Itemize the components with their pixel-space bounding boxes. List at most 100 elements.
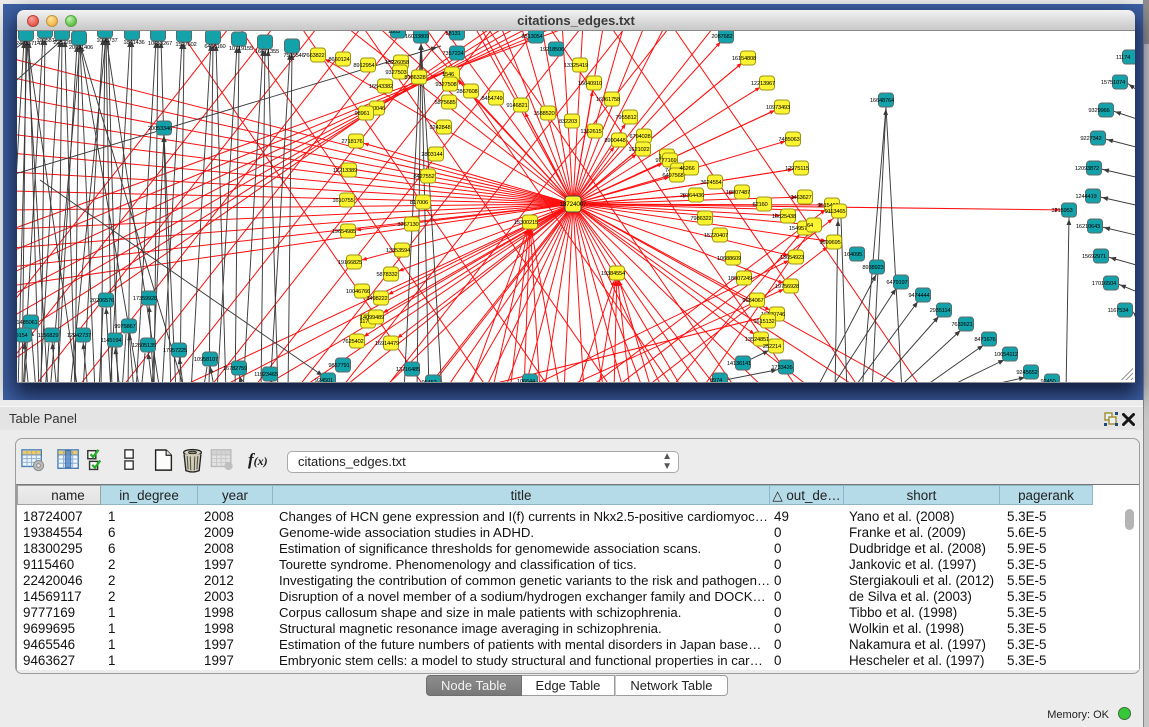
svg-text:2803144: 2803144 — [421, 152, 443, 158]
svg-text:6479197: 6479197 — [886, 280, 907, 286]
svg-text:9474444: 9474444 — [908, 293, 930, 299]
svg-text:10688609: 10688609 — [717, 256, 741, 262]
svg-text:10719155: 10719155 — [229, 46, 253, 52]
svg-text:9113465: 9113465 — [825, 209, 846, 215]
svg-text:1527602: 1527602 — [175, 42, 196, 48]
svg-text:8454749: 8454749 — [481, 96, 502, 102]
svg-text:2867608: 2867608 — [456, 89, 477, 95]
svg-text:6497568: 6497568 — [662, 173, 683, 179]
svg-text:64: 64 — [807, 223, 814, 229]
svg-text:7663822: 7663822 — [303, 53, 324, 59]
svg-text:92450: 92450 — [1040, 379, 1055, 382]
svg-text:88131: 88131 — [445, 31, 460, 37]
svg-text:1841436: 1841436 — [123, 40, 144, 46]
svg-text:1733426: 1733426 — [771, 365, 792, 371]
svg-text:10654112: 10654112 — [994, 352, 1018, 358]
svg-text:16543382: 16543382 — [369, 84, 393, 90]
svg-text:10958107: 10958107 — [194, 357, 218, 363]
svg-text:9327508: 9327508 — [435, 82, 456, 88]
svg-text:14136141: 14136141 — [727, 361, 751, 367]
svg-text:8974: 8974 — [710, 378, 723, 382]
svg-text:19384554: 19384554 — [601, 271, 626, 277]
svg-text:10046766: 10046766 — [346, 289, 370, 295]
svg-text:8471676: 8471676 — [974, 337, 995, 343]
svg-text:16782759: 16782759 — [223, 366, 247, 372]
svg-text:13716485: 13716485 — [396, 367, 420, 373]
svg-text:11923465: 11923465 — [254, 372, 278, 378]
svg-text:18724007: 18724007 — [560, 201, 587, 208]
svg-text:13524851: 13524851 — [745, 337, 769, 343]
svg-text:8938923: 8938923 — [862, 265, 883, 271]
svg-text:1167534: 1167534 — [1108, 308, 1130, 314]
svg-text:12942737: 12942737 — [67, 333, 91, 339]
svg-text:1244419: 1244419 — [1075, 194, 1096, 200]
svg-text:12093872: 12093872 — [1075, 166, 1099, 172]
svg-text:19166825: 19166825 — [338, 260, 362, 266]
svg-text:5878332: 5878332 — [376, 272, 397, 278]
svg-text:8990448: 8990448 — [604, 138, 625, 144]
svg-text:10807487: 10807487 — [726, 190, 750, 196]
svg-text:3498222: 3498222 — [366, 296, 387, 302]
svg-text:62160: 62160 — [752, 202, 767, 208]
svg-text:9463627: 9463627 — [790, 195, 811, 201]
svg-text:6794028: 6794028 — [629, 134, 650, 140]
svg-text:252214: 252214 — [763, 344, 782, 350]
svg-text:7515546: 7515546 — [283, 53, 304, 59]
svg-text:9699695: 9699695 — [819, 240, 840, 246]
svg-text:13654923: 13654923 — [780, 255, 804, 261]
svg-text:15692971: 15692971 — [1082, 254, 1106, 260]
svg-text:10025438: 10025438 — [772, 214, 796, 220]
svg-text:46266: 46266 — [679, 166, 694, 172]
svg-text:20364436: 20364436 — [680, 193, 704, 199]
svg-text:8813054: 8813054 — [521, 34, 543, 40]
svg-text:7955812: 7955812 — [615, 115, 636, 121]
svg-text:16671355: 16671355 — [255, 49, 279, 55]
svg-text:8660124: 8660124 — [328, 57, 350, 63]
svg-text:18907249: 18907249 — [728, 276, 752, 282]
svg-text:10973493: 10973493 — [766, 105, 790, 111]
svg-text:13325419: 13325419 — [564, 63, 588, 69]
svg-text:9327503: 9327503 — [385, 70, 406, 76]
svg-text:1362615: 1362615 — [580, 129, 601, 135]
svg-text:832203: 832203 — [559, 119, 577, 125]
svg-text:12505135: 12505135 — [132, 343, 156, 349]
svg-text:3267130: 3267130 — [397, 222, 418, 228]
svg-text:10653267: 10653267 — [148, 41, 172, 47]
svg-text:7357224: 7357224 — [442, 51, 464, 57]
svg-text:3215953: 3215953 — [1051, 208, 1072, 214]
svg-text:15751074: 15751074 — [1101, 80, 1126, 86]
svg-text:17359928: 17359928 — [133, 296, 157, 302]
svg-text:9857791: 9857791 — [328, 363, 349, 369]
svg-text:11174: 11174 — [1116, 55, 1131, 61]
svg-text:14099489: 14099489 — [360, 315, 384, 321]
svg-text:13353594: 13353594 — [386, 248, 411, 254]
svg-text:96452: 96452 — [421, 380, 436, 382]
svg-text:16210643: 16210643 — [1076, 224, 1100, 230]
svg-text:1588520: 1588520 — [533, 111, 554, 117]
svg-text:16914479: 16914479 — [375, 341, 399, 347]
svg-text:1615132: 1615132 — [753, 319, 774, 325]
svg-text:19654985: 19654985 — [332, 229, 356, 235]
svg-text:16640910: 16640910 — [578, 81, 602, 87]
svg-text:16961758: 16961758 — [596, 97, 620, 103]
svg-text:12213967: 12213967 — [751, 81, 775, 87]
svg-text:16648764: 16648764 — [870, 98, 895, 104]
svg-text:1803: 1803 — [388, 31, 400, 35]
svg-text:9684067: 9684067 — [742, 298, 763, 304]
svg-text:8912954: 8912954 — [353, 63, 375, 69]
svg-text:98961: 98961 — [354, 111, 369, 117]
svg-text:924501: 924501 — [315, 378, 333, 382]
svg-text:7485063: 7485063 — [778, 137, 799, 143]
svg-text:817006: 817006 — [410, 200, 428, 206]
svg-text:19756928: 19756928 — [775, 284, 799, 290]
svg-text:1485061: 1485061 — [17, 320, 38, 326]
svg-text:7632621: 7632621 — [951, 322, 972, 328]
svg-text:7986322: 7986322 — [690, 216, 711, 222]
svg-text:20053346: 20053346 — [148, 126, 172, 132]
svg-text:2935114: 2935114 — [930, 308, 952, 314]
svg-text:1610755: 1610755 — [332, 198, 353, 204]
svg-text:9245652: 9245652 — [1016, 370, 1037, 376]
svg-text:164095: 164095 — [844, 252, 862, 258]
svg-text:12975115: 12975115 — [785, 166, 809, 172]
svg-text:7625402: 7625402 — [342, 339, 363, 345]
